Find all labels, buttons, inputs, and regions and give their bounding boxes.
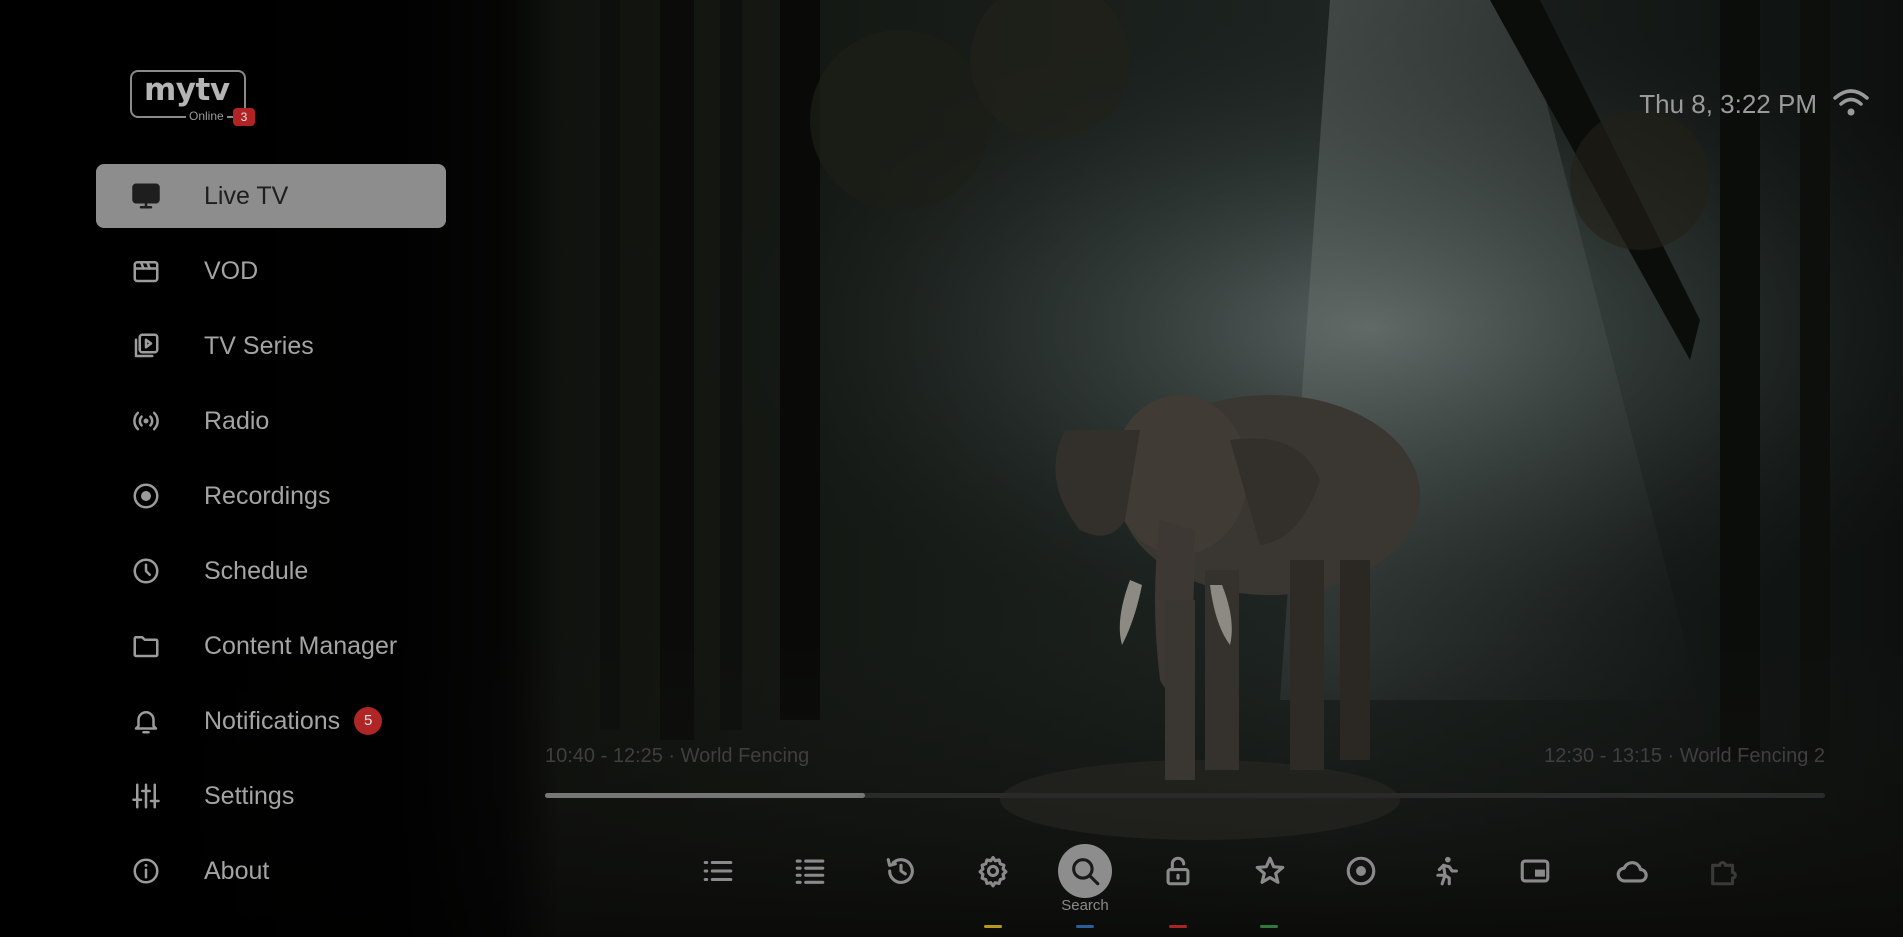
sidebar-item-tv-series[interactable]: TV Series	[96, 314, 446, 378]
next-program: 12:30 - 13:15 · World Fencing 2	[1544, 745, 1825, 767]
sidebar: mytv Online 3 Live TV VOD TV Series Radi…	[0, 0, 560, 937]
sliders-icon	[130, 780, 162, 812]
notification-count-badge: 5	[354, 707, 383, 735]
list-alt-icon	[795, 859, 825, 884]
logo-subtitle: Online	[186, 109, 227, 123]
green-key-hint	[1260, 925, 1278, 928]
extensions-button[interactable]	[1696, 843, 1752, 899]
running-icon	[1436, 856, 1458, 886]
search-button[interactable]: Search	[1057, 843, 1113, 914]
sidebar-item-content-manager[interactable]: Content Manager	[96, 614, 446, 678]
lock-icon	[1166, 856, 1190, 886]
cloud-button[interactable]	[1604, 843, 1660, 899]
search-button-label: Search	[1061, 897, 1109, 914]
program-progress-fill	[545, 793, 865, 798]
record-button[interactable]	[1333, 843, 1389, 899]
clapperboard-icon	[130, 255, 162, 287]
sidebar-item-schedule[interactable]: Schedule	[96, 539, 446, 603]
sidebar-item-label: Content Manager	[204, 631, 398, 660]
folder-icon	[130, 630, 162, 662]
sidebar-item-recordings[interactable]: Recordings	[96, 464, 446, 528]
group-list-button[interactable]	[782, 843, 838, 899]
record-icon	[1346, 856, 1376, 886]
sidebar-item-label: Notifications	[204, 706, 341, 735]
puzzle-icon	[1711, 861, 1737, 886]
radio-icon	[130, 405, 162, 437]
sidebar-item-about[interactable]: About	[96, 839, 446, 903]
gear-icon	[978, 855, 1008, 888]
program-progress-bar	[545, 793, 1825, 798]
wifi-icon	[1831, 86, 1871, 123]
parental-lock-button[interactable]	[1150, 843, 1206, 899]
history-button[interactable]	[873, 843, 929, 899]
sidebar-item-label: Recordings	[204, 481, 331, 510]
search-icon	[1072, 858, 1100, 886]
sidebar-item-label: About	[204, 856, 270, 885]
sidebar-item-radio[interactable]: Radio	[96, 389, 446, 453]
favorites-button[interactable]	[1242, 843, 1298, 899]
info-icon	[130, 855, 162, 887]
catchup-button[interactable]	[1417, 843, 1473, 899]
pip-icon	[1520, 859, 1550, 883]
sidebar-item-label: Settings	[204, 781, 295, 810]
logo-badge: 3	[233, 108, 255, 126]
list-icon	[703, 860, 733, 882]
sidebar-item-label: Live TV	[204, 181, 289, 210]
clock-display: Thu 8, 3:22 PM	[1639, 89, 1817, 119]
current-program: 10:40 - 12:25 · World Fencing	[545, 745, 810, 767]
tv-icon	[130, 180, 162, 212]
clock-icon	[130, 555, 162, 587]
yellow-key-hint	[984, 925, 1002, 928]
record-icon	[130, 480, 162, 512]
epg-info: 10:40 - 12:25 · World Fencing 12:30 - 13…	[545, 745, 1825, 775]
sidebar-item-label: Schedule	[204, 556, 309, 585]
blue-key-hint	[1076, 925, 1094, 928]
cloud-icon	[1616, 861, 1648, 883]
sidebar-item-notifications[interactable]: Notifications 5	[96, 689, 446, 753]
star-icon	[1255, 856, 1285, 884]
sidebar-item-vod[interactable]: VOD	[96, 239, 446, 303]
sidebar-item-settings[interactable]: Settings	[96, 764, 446, 828]
sidebar-item-label: VOD	[204, 256, 259, 285]
sidebar-item-label: Radio	[204, 406, 270, 435]
sidebar-item-label: TV Series	[204, 331, 314, 360]
history-icon	[886, 858, 914, 884]
channel-list-button[interactable]	[690, 843, 746, 899]
sidebar-item-live-tv[interactable]: Live TV	[96, 164, 446, 228]
picture-in-picture-button[interactable]	[1507, 843, 1563, 899]
logo-brand: mytv	[144, 72, 230, 108]
status-bar: Thu 8, 3:22 PM	[1639, 86, 1871, 123]
series-icon	[130, 330, 162, 362]
app-logo: mytv Online 3	[130, 68, 260, 130]
main-menu: Live TV VOD TV Series Radio Recordings S…	[96, 164, 446, 914]
settings-button[interactable]	[965, 843, 1021, 899]
red-key-hint	[1169, 925, 1187, 928]
bell-icon	[130, 705, 162, 737]
